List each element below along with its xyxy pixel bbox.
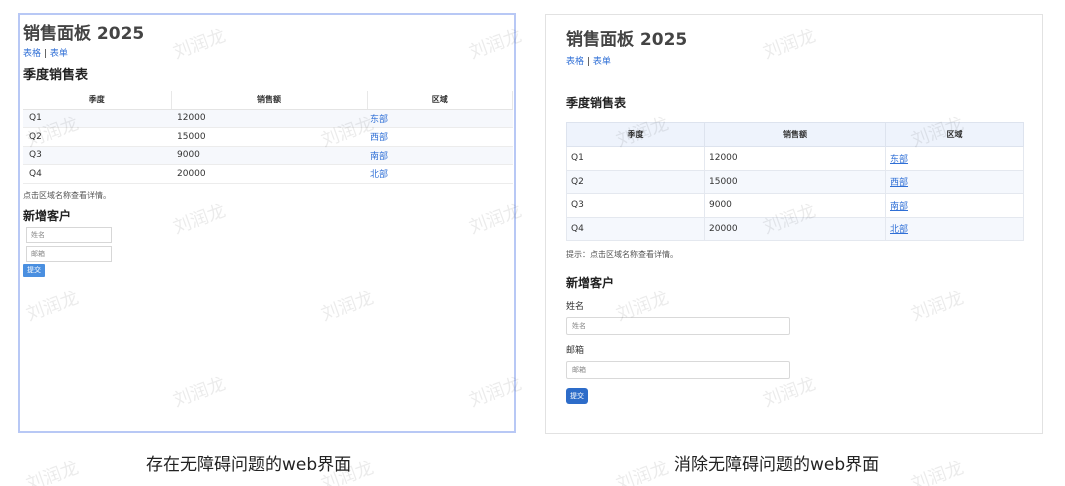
table-hint: 提示：点击区域名称查看详情。: [566, 250, 678, 259]
watermark-text: 刘润龙: [613, 457, 672, 486]
table-row: Q3 9000 南部: [566, 193, 1024, 218]
email-input[interactable]: 邮箱: [566, 361, 790, 379]
nav-link-form[interactable]: 表单: [50, 49, 68, 59]
table-title: 季度销售表: [566, 96, 627, 110]
nav-links: 表格 | 表单: [23, 47, 510, 61]
column-header-quarter: 季度: [566, 122, 705, 147]
email-input[interactable]: 邮箱: [26, 245, 112, 262]
region-link[interactable]: 南部: [367, 146, 513, 165]
watermark-text: 刘润龙: [908, 457, 967, 486]
table-row: Q1 12000 东部: [566, 146, 1024, 171]
cell-sales: 12000: [704, 146, 886, 171]
cell-sales: 12000: [171, 109, 367, 128]
watermark-text: 刘润龙: [23, 457, 82, 486]
form-title: 新增客户: [566, 276, 615, 290]
column-header-region: 区域: [367, 91, 513, 110]
caption-inaccessible: 存在无障碍问题的web界面: [146, 455, 352, 475]
cell-quarter: Q3: [566, 193, 705, 218]
region-link[interactable]: 南部: [885, 193, 1024, 218]
table-title: 季度销售表: [23, 68, 89, 83]
column-header-quarter: 季度: [23, 91, 172, 110]
table-hint: 点击区域名称查看详情。: [23, 190, 111, 200]
submit-button[interactable]: 提交: [566, 388, 588, 404]
region-link[interactable]: 北部: [885, 216, 1024, 241]
cell-sales: 20000: [171, 164, 367, 184]
cell-sales: 15000: [171, 127, 367, 147]
page-title: 销售面板 2025: [23, 24, 145, 44]
email-label: 邮箱: [566, 346, 585, 356]
cell-quarter: Q4: [23, 164, 171, 184]
cell-quarter: Q2: [566, 169, 705, 194]
region-link[interactable]: 东部: [885, 146, 1024, 171]
submit-button[interactable]: 提交: [23, 263, 45, 277]
cell-quarter: Q1: [566, 146, 705, 171]
name-input[interactable]: 姓名: [566, 317, 790, 335]
table-row: Q3 9000 南部: [23, 146, 513, 165]
cell-quarter: Q4: [566, 216, 705, 241]
table-row: Q4 20000 北部: [23, 164, 513, 184]
region-link[interactable]: 西部: [885, 169, 1024, 194]
form-title: 新增客户: [23, 208, 72, 223]
nav-separator: |: [586, 57, 590, 67]
cell-sales: 9000: [171, 146, 367, 165]
name-input[interactable]: 姓名: [26, 226, 112, 243]
nav-link-table[interactable]: 表格: [23, 49, 41, 59]
table-row: Q2 15000 西部: [23, 127, 513, 147]
region-link[interactable]: 西部: [367, 127, 513, 147]
cell-sales: 20000: [704, 216, 886, 241]
caption-accessible: 消除无障碍问题的web界面: [674, 455, 880, 475]
sales-table: 季度 销售额 区域 Q1 12000 东部 Q2 15000 西部 Q3 900…: [23, 91, 513, 184]
column-header-sales: 销售额: [171, 91, 368, 110]
cell-sales: 15000: [704, 169, 886, 194]
cell-sales: 9000: [704, 193, 886, 218]
table-row: Q1 12000 东部: [23, 109, 513, 128]
region-link[interactable]: 北部: [367, 164, 513, 184]
sales-table: 季度 销售额 区域 Q1 12000 东部 Q2 15000 西部 Q3 900…: [566, 122, 1024, 241]
table-header-row: 季度 销售额 区域: [23, 91, 513, 110]
inaccessible-web-page-panel: 销售面板 2025 表格 | 表单 季度销售表 季度 销售额 区域 Q1 120…: [18, 13, 516, 433]
table-header-row: 季度 销售额 区域: [566, 122, 1024, 147]
nav-link-table[interactable]: 表格: [566, 57, 584, 67]
column-header-region: 区域: [885, 122, 1024, 147]
cell-quarter: Q1: [23, 109, 171, 128]
nav-separator: |: [43, 49, 47, 59]
cell-quarter: Q2: [23, 127, 171, 147]
region-link[interactable]: 东部: [367, 109, 513, 128]
accessible-web-page-panel: 销售面板 2025 表格 | 表单 季度销售表 季度 销售额 区域 Q1 120…: [545, 14, 1043, 434]
column-header-sales: 销售额: [704, 122, 886, 147]
table-row: Q2 15000 西部: [566, 169, 1024, 194]
nav-link-form[interactable]: 表单: [593, 57, 611, 67]
table-row: Q4 20000 北部: [566, 216, 1024, 241]
nav-links: 表格 | 表单: [566, 55, 1042, 69]
cell-quarter: Q3: [23, 146, 171, 165]
name-label: 姓名: [566, 302, 585, 312]
page-title: 销售面板 2025: [566, 30, 688, 50]
